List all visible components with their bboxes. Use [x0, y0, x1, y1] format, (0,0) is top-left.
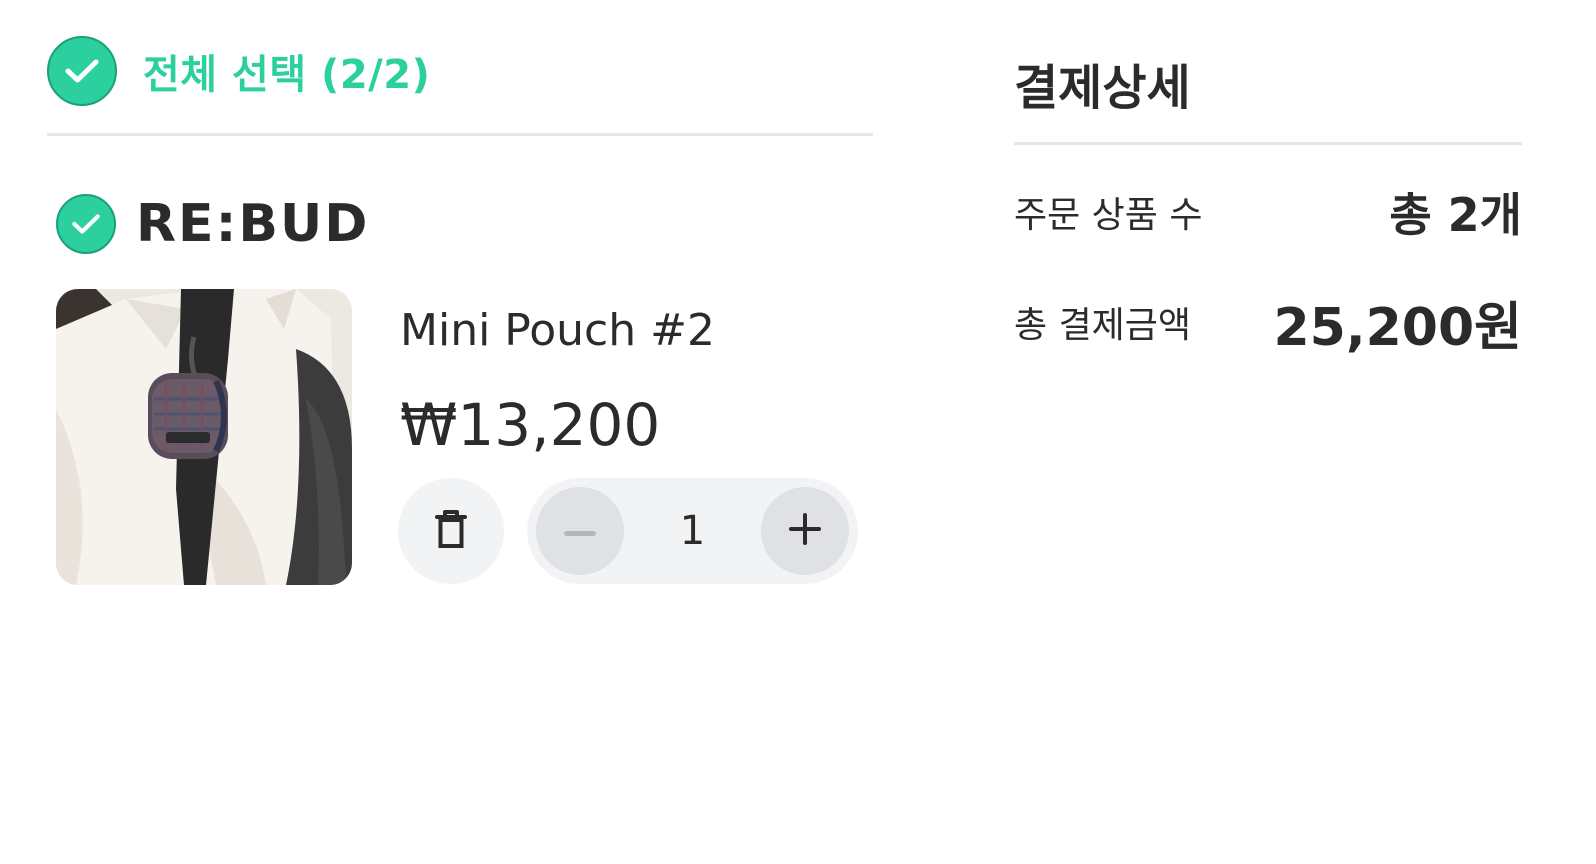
summary-row-item-count: 주문 상품 수 총 2개	[1014, 182, 1522, 242]
checkmark-circle-icon[interactable]	[47, 36, 117, 106]
summary-label: 총 결제금액	[1014, 305, 1192, 346]
select-all-label: 전체 선택 (2/2)	[143, 52, 431, 98]
trash-icon	[433, 508, 469, 554]
delete-item-button[interactable]	[398, 478, 504, 584]
select-all-toggle[interactable]: 전체 선택 (2/2)	[47, 36, 430, 106]
product-name[interactable]: Mini Pouch #2	[400, 305, 715, 356]
quantity-stepper: 1	[527, 478, 858, 584]
summary-value: 총 2개	[1389, 188, 1522, 242]
cart-item: Mini Pouch #2 ₩13,200 1	[56, 289, 866, 585]
brand-group-header: RE:BUD	[56, 194, 369, 254]
brand-logo: RE:BUD	[136, 194, 370, 254]
product-thumbnail[interactable]	[56, 289, 352, 585]
increment-button[interactable]	[761, 487, 849, 575]
summary-label: 주문 상품 수	[1014, 195, 1203, 236]
decrement-button[interactable]	[536, 487, 624, 575]
summary-title: 결제상세	[1014, 60, 1191, 116]
divider	[1014, 142, 1522, 145]
summary-row-total: 총 결제금액 25,200원	[1014, 290, 1522, 358]
divider	[47, 133, 873, 136]
plus-icon	[789, 513, 821, 549]
summary-total-value: 25,200원	[1273, 297, 1522, 358]
checkmark-circle-icon[interactable]	[56, 194, 116, 254]
product-price: ₩13,200	[400, 391, 661, 459]
minus-icon	[564, 522, 596, 541]
